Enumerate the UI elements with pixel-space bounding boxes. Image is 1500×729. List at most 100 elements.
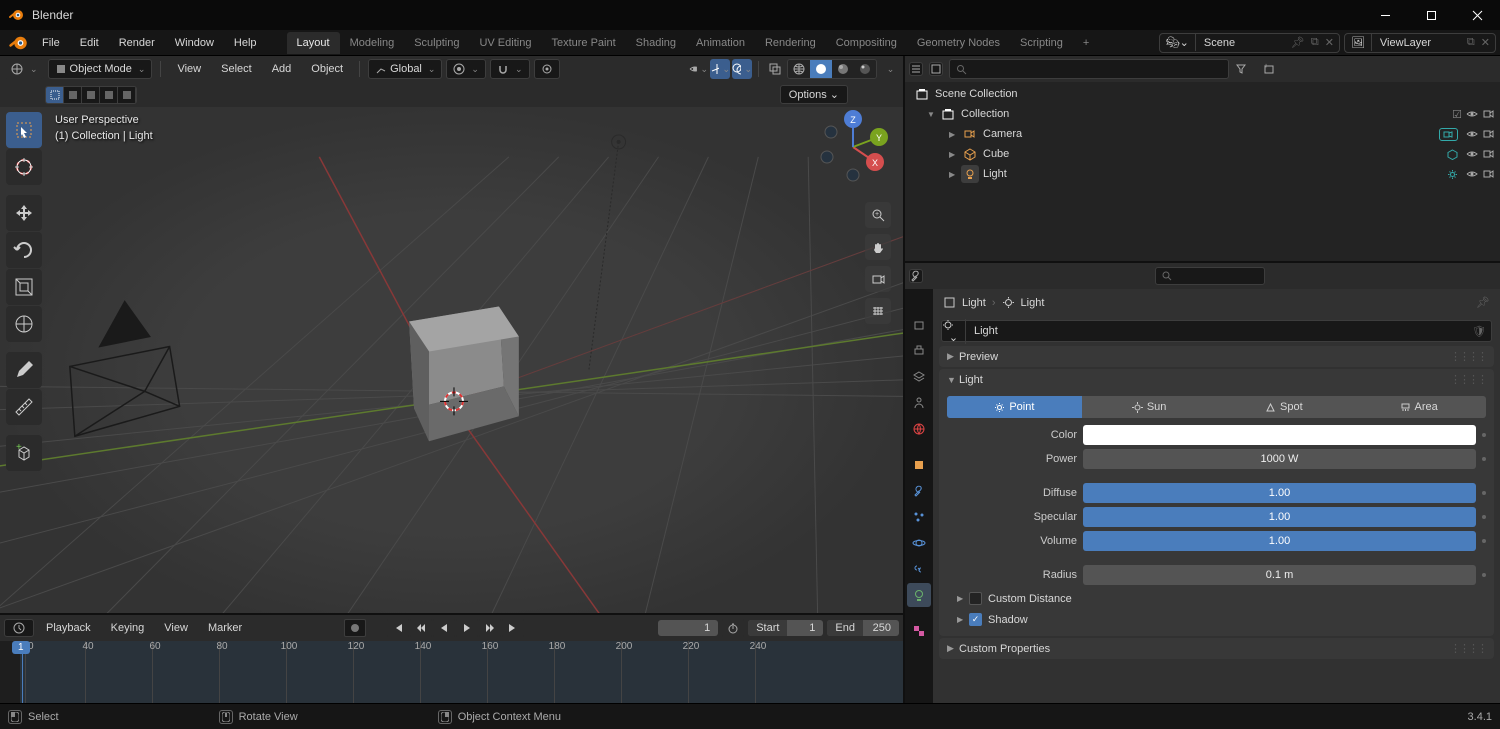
play-reverse-button[interactable] bbox=[433, 619, 455, 637]
maximize-button[interactable] bbox=[1408, 0, 1454, 30]
minimize-button[interactable] bbox=[1362, 0, 1408, 30]
select-mode-new[interactable] bbox=[46, 87, 64, 103]
orientation-dropdown[interactable]: Global bbox=[368, 59, 442, 79]
delete-icon[interactable]: ✕ bbox=[1322, 36, 1337, 49]
timecode-button[interactable] bbox=[722, 619, 744, 637]
tab-object[interactable] bbox=[907, 453, 931, 477]
start-frame-field[interactable]: Start1 bbox=[748, 620, 823, 636]
data-light-icon[interactable] bbox=[1447, 169, 1458, 180]
viewport-options-dropdown[interactable]: Options ⌄ bbox=[780, 85, 848, 104]
workspace-tab-layout[interactable]: Layout bbox=[287, 32, 340, 54]
workspace-tab-animation[interactable]: Animation bbox=[686, 32, 755, 54]
outliner-item-scene-collection[interactable]: Scene Collection bbox=[905, 84, 1500, 104]
light-type-point[interactable]: Point bbox=[947, 396, 1082, 418]
outliner-editor-dropdown[interactable] bbox=[909, 62, 923, 76]
animate-dot[interactable] bbox=[1482, 515, 1486, 519]
select-mode-subtract[interactable] bbox=[82, 87, 100, 103]
autokey-toggle[interactable] bbox=[344, 619, 366, 637]
panel-custom-properties-header[interactable]: ▶Custom Properties⋮⋮⋮⋮ bbox=[939, 638, 1494, 659]
outliner-filter-button[interactable] bbox=[1235, 63, 1257, 75]
shading-options-dropdown[interactable] bbox=[879, 59, 899, 79]
outliner-display-dropdown[interactable] bbox=[929, 62, 943, 76]
viewlayer-name[interactable]: ViewLayer bbox=[1372, 35, 1462, 51]
tab-modifiers[interactable] bbox=[907, 479, 931, 503]
animate-dot[interactable] bbox=[1482, 457, 1486, 461]
camera-view-button[interactable] bbox=[865, 266, 891, 292]
outliner-new-collection-button[interactable]: + bbox=[1263, 63, 1283, 75]
animate-dot[interactable] bbox=[1482, 433, 1486, 437]
proportional-edit-button[interactable] bbox=[534, 59, 560, 79]
mode-dropdown[interactable]: Object Mode bbox=[48, 59, 153, 79]
tab-physics[interactable] bbox=[907, 531, 931, 555]
jump-next-key-button[interactable] bbox=[479, 619, 501, 637]
timeline-track[interactable]: 20 40 60 80 100 120 140 160 180 200 220 … bbox=[0, 641, 903, 703]
tool-add-cube[interactable]: + bbox=[6, 435, 42, 471]
play-button[interactable] bbox=[456, 619, 478, 637]
light-power-field[interactable]: 1000 W bbox=[1083, 449, 1476, 469]
visibility-toggle-icon[interactable] bbox=[1466, 108, 1478, 121]
fake-user-icon[interactable]: 🛡︎ bbox=[1467, 325, 1491, 338]
outliner-item-cube[interactable]: ▶ Cube bbox=[905, 144, 1500, 164]
properties-editor-dropdown[interactable] bbox=[909, 269, 923, 283]
viewport-menu-add[interactable]: Add bbox=[264, 63, 300, 75]
tab-scene[interactable] bbox=[907, 391, 931, 415]
pan-button[interactable] bbox=[865, 234, 891, 260]
tab-texture[interactable] bbox=[907, 619, 931, 643]
tab-render[interactable] bbox=[907, 313, 931, 337]
workspace-tab-scripting[interactable]: Scripting bbox=[1010, 32, 1073, 54]
copy-icon[interactable]: ⧉ bbox=[1308, 36, 1322, 49]
workspace-tab-rendering[interactable]: Rendering bbox=[755, 32, 826, 54]
visibility-toggle-icon[interactable] bbox=[1466, 128, 1478, 140]
viewport-menu-object[interactable]: Object bbox=[303, 63, 351, 75]
perspective-toggle-button[interactable] bbox=[865, 298, 891, 324]
pin-icon[interactable]: 📌︎ bbox=[1288, 36, 1308, 49]
shading-solid[interactable] bbox=[810, 60, 832, 78]
menu-render[interactable]: Render bbox=[109, 33, 165, 53]
tab-data-light[interactable] bbox=[907, 583, 931, 607]
light-diffuse-slider[interactable]: 1.00 bbox=[1083, 483, 1476, 503]
animate-dot[interactable] bbox=[1482, 539, 1486, 543]
tab-world[interactable] bbox=[907, 417, 931, 441]
menu-edit[interactable]: Edit bbox=[70, 33, 109, 53]
outliner-item-light[interactable]: ▶ Light bbox=[905, 164, 1500, 184]
timeline-keying-menu[interactable]: Keying bbox=[103, 620, 153, 636]
zoom-button[interactable]: + bbox=[865, 202, 891, 228]
select-mode-invert[interactable] bbox=[100, 87, 118, 103]
light-type-sun[interactable]: Sun bbox=[1082, 396, 1217, 418]
viewport-menu-view[interactable]: View bbox=[169, 63, 209, 75]
render-toggle-icon[interactable] bbox=[1482, 168, 1494, 180]
outliner-item-camera[interactable]: ▶ Camera bbox=[905, 124, 1500, 144]
workspace-tab-modeling[interactable]: Modeling bbox=[340, 32, 405, 54]
light-volume-slider[interactable]: 1.00 bbox=[1083, 531, 1476, 551]
copy-icon[interactable]: ⧉ bbox=[1464, 36, 1478, 49]
tool-move[interactable] bbox=[6, 195, 42, 231]
overlay-toggle[interactable] bbox=[732, 59, 752, 79]
pin-icon[interactable]: 📌︎ bbox=[1476, 296, 1490, 309]
jump-prev-key-button[interactable] bbox=[410, 619, 432, 637]
tool-transform[interactable] bbox=[6, 306, 42, 342]
subpanel-shadow[interactable]: ▶ Shadow bbox=[939, 609, 1494, 630]
panel-preview-header[interactable]: ▶Preview⋮⋮⋮⋮ bbox=[939, 346, 1494, 367]
timeline-playback-menu[interactable]: Playback bbox=[38, 620, 99, 636]
delete-icon[interactable]: ✕ bbox=[1478, 36, 1493, 49]
menu-file[interactable]: File bbox=[32, 33, 70, 53]
viewport-menu-select[interactable]: Select bbox=[213, 63, 260, 75]
disclosure-triangle-icon[interactable]: ▶ bbox=[949, 170, 961, 179]
light-radius-field[interactable]: 0.1 m bbox=[1083, 565, 1476, 585]
select-mode-intersect[interactable] bbox=[118, 87, 136, 103]
tool-rotate[interactable] bbox=[6, 232, 42, 268]
end-frame-field[interactable]: End250 bbox=[827, 620, 899, 636]
workspace-tab-texturepaint[interactable]: Texture Paint bbox=[541, 32, 625, 54]
visibility-dropdown[interactable] bbox=[688, 59, 708, 79]
tool-select-box[interactable] bbox=[6, 112, 42, 148]
exclude-checkbox[interactable]: ☑ bbox=[1452, 108, 1462, 121]
blender-logo-icon[interactable] bbox=[8, 33, 28, 53]
outliner-item-collection[interactable]: ▼ Collection ☑ bbox=[905, 104, 1500, 124]
light-datablock-field[interactable]: ⌄ Light 🛡︎ bbox=[941, 320, 1492, 342]
workspace-tab-shading[interactable]: Shading bbox=[626, 32, 686, 54]
tab-output[interactable] bbox=[907, 339, 931, 363]
light-specular-slider[interactable]: 1.00 bbox=[1083, 507, 1476, 527]
animate-dot[interactable] bbox=[1482, 491, 1486, 495]
light-type-spot[interactable]: Spot bbox=[1217, 396, 1352, 418]
select-mode-extend[interactable] bbox=[64, 87, 82, 103]
